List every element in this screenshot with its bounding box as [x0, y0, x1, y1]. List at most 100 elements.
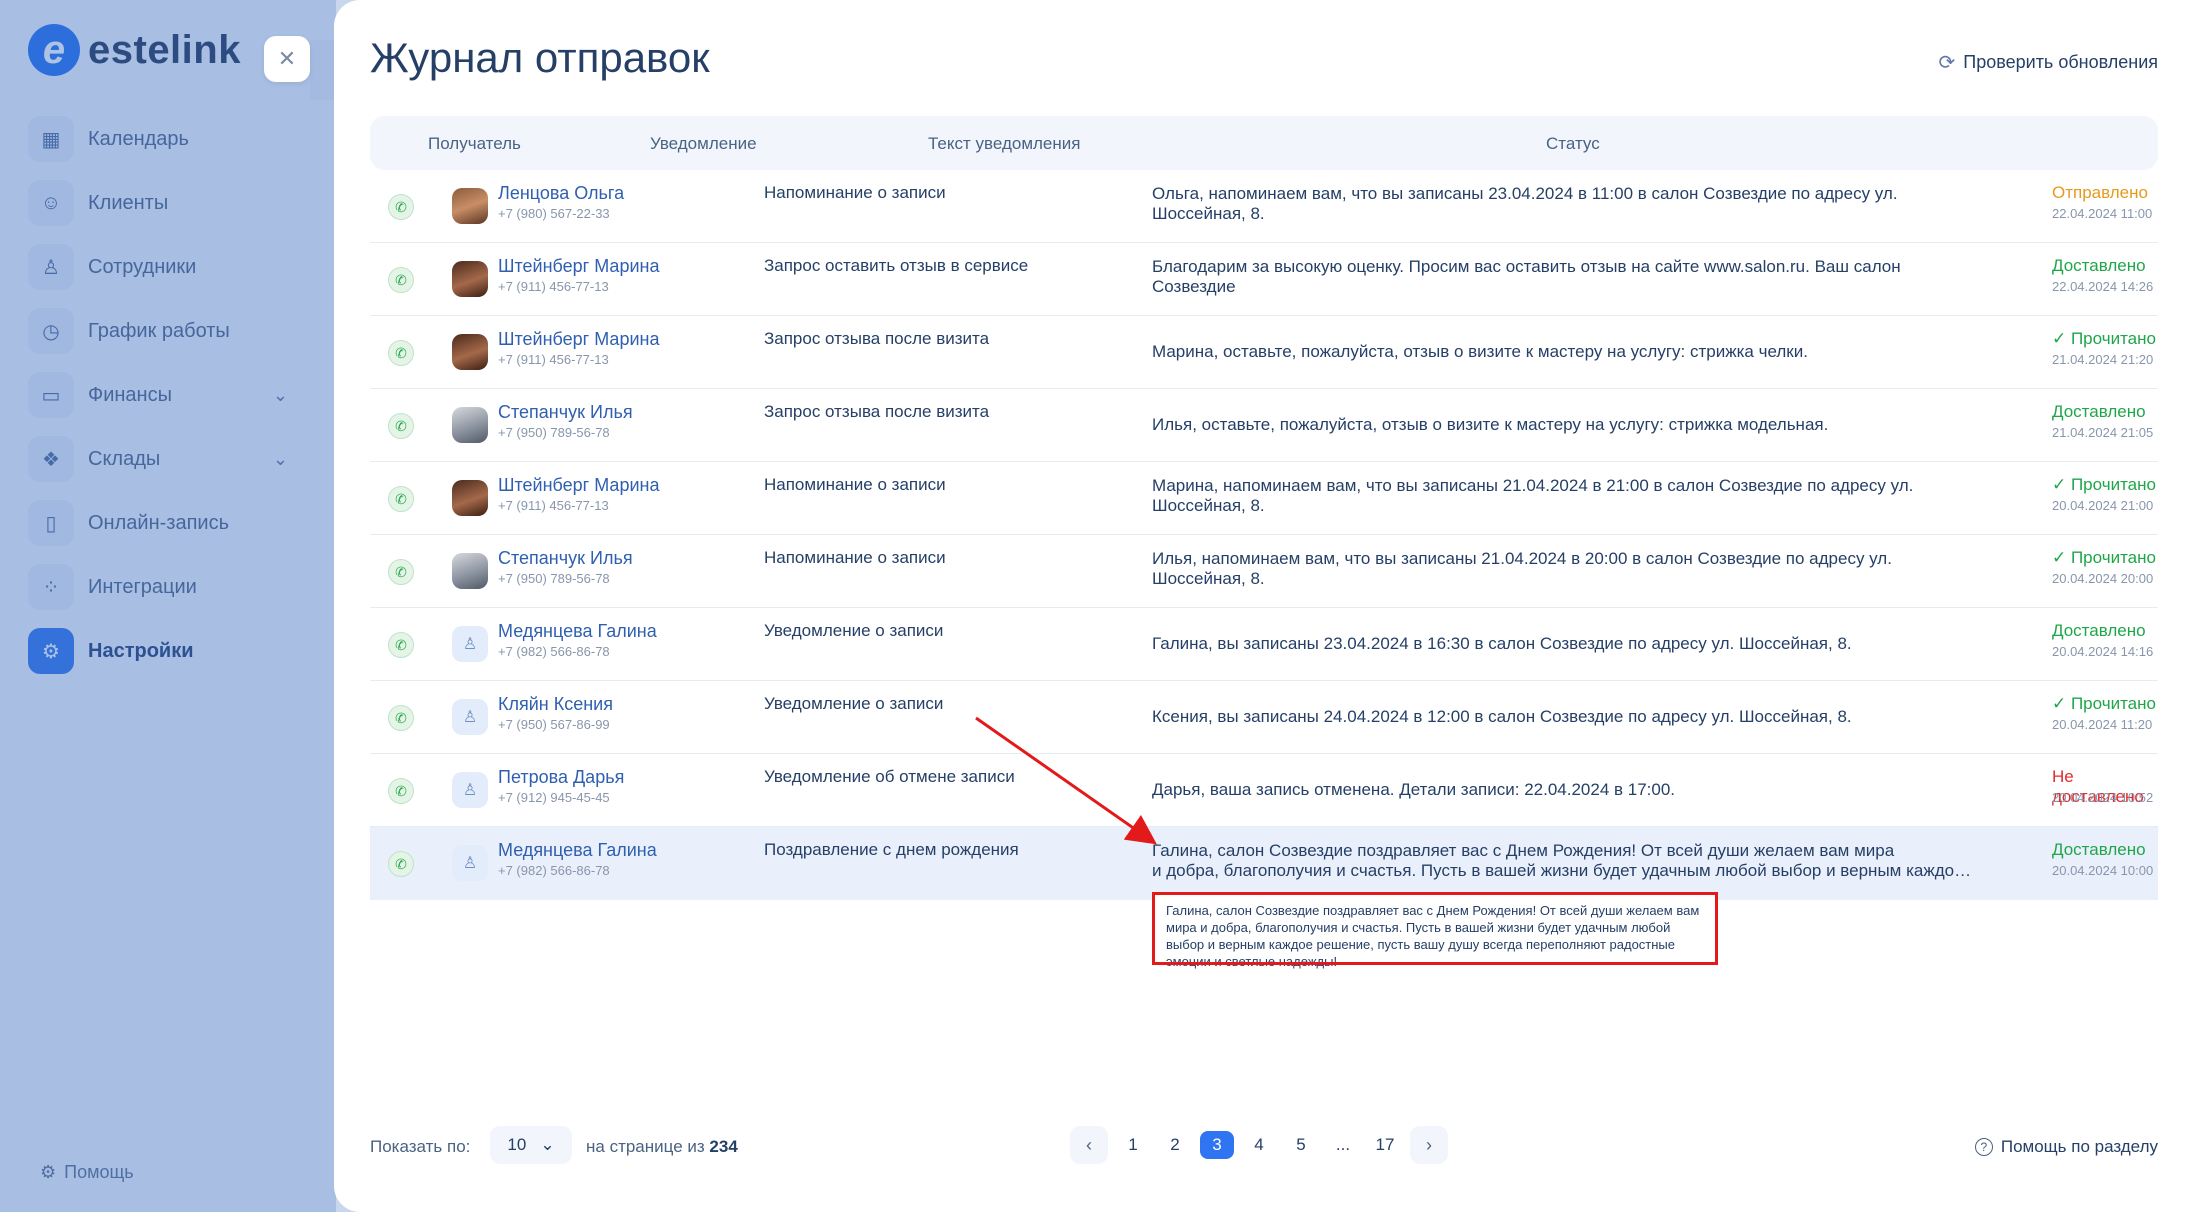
column-recipient: Получатель: [428, 134, 521, 153]
notification-text-line1: Марина, напоминаем вам, что вы записаны …: [1152, 476, 1914, 495]
notification-text[interactable]: Благодарим за высокую оценку. Просим вас…: [1152, 257, 1972, 297]
notification-type: Запрос отзыва после визита: [764, 329, 990, 348]
table-row[interactable]: ✆ ♙ Медянцева Галина +7 (982) 566-86-78 Увед…: [370, 608, 2158, 681]
close-icon: ✕: [277, 46, 297, 71]
notification-text-line1: Дарья, ваша запись отменена. Детали запи…: [1152, 780, 1676, 799]
notification-text[interactable]: Ксения, вы записаны 24.04.2024 в 12:00 в…: [1152, 707, 1972, 727]
column-notification: Уведомление: [650, 134, 757, 153]
avatar: [452, 407, 488, 443]
table-row[interactable]: ✆ Ленцова Ольга +7 (980) 567-22-33 Напомина…: [370, 170, 2158, 243]
notification-text-line2: Созвездие: [1152, 277, 1236, 296]
recipient-phone: +7 (911) 456-77-13: [498, 498, 609, 513]
table-row[interactable]: ✆ Штейнберг Марина +7 (911) 456-77-13 Напом…: [370, 462, 2158, 535]
whatsapp-icon: ✆: [388, 778, 414, 804]
whatsapp-icon: ✆: [388, 194, 414, 220]
notification-text[interactable]: Марина, напоминаем вам, что вы записаны …: [1152, 476, 1972, 516]
status-date: 21.04.2024 21:20: [2052, 352, 2154, 367]
recipient-phone: +7 (911) 456-77-13: [498, 352, 609, 367]
whatsapp-icon: ✆: [388, 705, 414, 731]
avatar: [452, 334, 488, 370]
annotation-highlight-box: [1152, 892, 1718, 965]
whatsapp-icon: ✆: [388, 486, 414, 512]
whatsapp-icon: ✆: [388, 413, 414, 439]
recipient-name[interactable]: Степанчук Илья: [498, 402, 633, 423]
notification-text-line1: Благодарим за высокую оценку. Просим вас…: [1152, 257, 1901, 276]
section-help-link[interactable]: ? Помощь по разделу: [1974, 1137, 2158, 1157]
table-row[interactable]: ✆ ♙ Петрова Дарья +7 (912) 945-45-45 Уведомл…: [370, 754, 2158, 827]
check-updates-button[interactable]: ⟳ Проверить обновления: [1939, 50, 2158, 75]
recipient-name[interactable]: Штейнберг Марина: [498, 256, 659, 277]
pagination-summary: на странице из 234: [586, 1137, 738, 1157]
recipient-name[interactable]: Штейнберг Марина: [498, 329, 659, 350]
chevron-down-icon: ⌄: [540, 1135, 555, 1154]
table-row[interactable]: ✆ Штейнберг Марина +7 (911) 456-77-13 Запро…: [370, 316, 2158, 389]
table-footer: Показать по: 10 ⌄ на странице из 234 ‹ 1 2…: [370, 1126, 2158, 1166]
notification-text[interactable]: Галина, салон Созвездие поздравляет вас …: [1152, 841, 1972, 881]
refresh-icon: ⟳: [1938, 52, 1956, 74]
notification-text-line2: Шоссейная, 8.: [1152, 569, 1265, 588]
table-row[interactable]: ✆ ♙ Медянцева Галина +7 (982) 566-86-78 Позд…: [370, 827, 2158, 900]
whatsapp-icon: ✆: [388, 267, 414, 293]
avatar: ♙: [452, 626, 488, 662]
page-title: Журнал отправок: [370, 34, 710, 81]
modal-overlay[interactable]: [0, 0, 336, 1212]
table-header: Получатель Уведомление Текст уведомления…: [370, 116, 2158, 170]
section-help-label: Помощь по разделу: [2000, 1137, 2158, 1156]
recipient-name[interactable]: Петрова Дарья: [498, 767, 624, 788]
page-button[interactable]: 17: [1368, 1131, 1402, 1159]
page-size-select[interactable]: 10 ⌄: [490, 1126, 572, 1164]
status-date: 21.04.2024 21:05: [2052, 425, 2154, 440]
avatar: [452, 480, 488, 516]
status-badge: Отправлено: [2052, 183, 2148, 202]
notification-type: Напоминание о записи: [764, 548, 946, 567]
whatsapp-icon: ✆: [388, 851, 414, 877]
notification-text-line1: Ксения, вы записаны 24.04.2024 в 12:00 в…: [1152, 707, 1852, 726]
notification-text[interactable]: Дарья, ваша запись отменена. Детали запи…: [1152, 780, 1972, 800]
notification-text[interactable]: Галина, вы записаны 23.04.2024 в 16:30 в…: [1152, 634, 1972, 654]
table-row[interactable]: ✆ Степанчук Илья +7 (950) 789-56-78 Запрос …: [370, 389, 2158, 462]
recipient-phone: +7 (982) 566-86-78: [498, 863, 610, 878]
recipient-name[interactable]: Ленцова Ольга: [498, 183, 624, 204]
page-button[interactable]: 5: [1284, 1131, 1318, 1159]
question-icon: ?: [1974, 1138, 1993, 1156]
recipient-name[interactable]: Степанчук Илья: [498, 548, 633, 569]
pagination: ‹ 1 2 3 4 5... 17 ›: [1070, 1126, 1448, 1164]
page-button[interactable]: 1: [1116, 1131, 1150, 1159]
recipient-phone: +7 (950) 789-56-78: [498, 571, 610, 586]
table-row[interactable]: ✆ Степанчук Илья +7 (950) 789-56-78 Напомин…: [370, 535, 2158, 608]
status-date: 20.04.2024 20:00: [2052, 571, 2154, 586]
notification-text[interactable]: Марина, оставьте, пожалуйста, отзыв о ви…: [1152, 342, 1972, 362]
table-row[interactable]: ✆ ♙ Кляйн Ксения +7 (950) 567-86-99 Уведомле…: [370, 681, 2158, 754]
column-text: Текст уведомления: [928, 134, 1081, 153]
notification-type: Уведомление о записи: [764, 621, 944, 640]
notification-type: Запрос отзыва после визита: [764, 402, 990, 421]
status-date: 20.04.2024 11:20: [2052, 717, 2153, 732]
avatar: ♙: [452, 699, 488, 735]
next-page-button[interactable]: ›: [1410, 1126, 1448, 1164]
page-button[interactable]: 3: [1200, 1131, 1234, 1159]
notification-text[interactable]: Илья, оставьте, пожалуйста, отзыв о визи…: [1152, 415, 1972, 435]
page-button[interactable]: 4: [1242, 1131, 1276, 1159]
notification-text[interactable]: Ольга, напоминаем вам, что вы записаны 2…: [1152, 184, 1972, 224]
recipient-name[interactable]: Кляйн Ксения: [498, 694, 613, 715]
recipient-name[interactable]: Медянцева Галина: [498, 621, 657, 642]
recipient-phone: +7 (982) 566-86-78: [498, 644, 610, 659]
status-badge: Доставлено: [2052, 402, 2146, 421]
page-button[interactable]: 2: [1158, 1131, 1192, 1159]
notification-type: Уведомление о записи: [764, 694, 944, 713]
status-date: 20.04.2024 21:00: [2052, 498, 2154, 513]
notification-type: Поздравление с днем рождения: [764, 840, 1019, 859]
close-button[interactable]: ✕: [264, 36, 310, 82]
status-badge: ✓ Прочитано: [2052, 548, 2156, 567]
table-row[interactable]: ✆ Штейнберг Марина +7 (911) 456-77-13 Запро…: [370, 243, 2158, 316]
notification-type: Напоминание о записи: [764, 475, 946, 494]
recipient-name[interactable]: Штейнберг Марина: [498, 475, 659, 496]
notification-text-line2: Шоссейная, 8.: [1152, 496, 1265, 515]
recipient-name[interactable]: Медянцева Галина: [498, 840, 657, 861]
status-date: 22.04.2024 11:00: [2052, 206, 2153, 221]
pagination-summary-text: на странице из: [586, 1137, 705, 1156]
notification-text-line1: Ольга, напоминаем вам, что вы записаны 2…: [1152, 184, 1898, 203]
notification-text[interactable]: Илья, напоминаем вам, что вы записаны 21…: [1152, 549, 1972, 589]
status-badge: ✓ Прочитано: [2052, 694, 2156, 713]
prev-page-button[interactable]: ‹: [1070, 1126, 1108, 1164]
